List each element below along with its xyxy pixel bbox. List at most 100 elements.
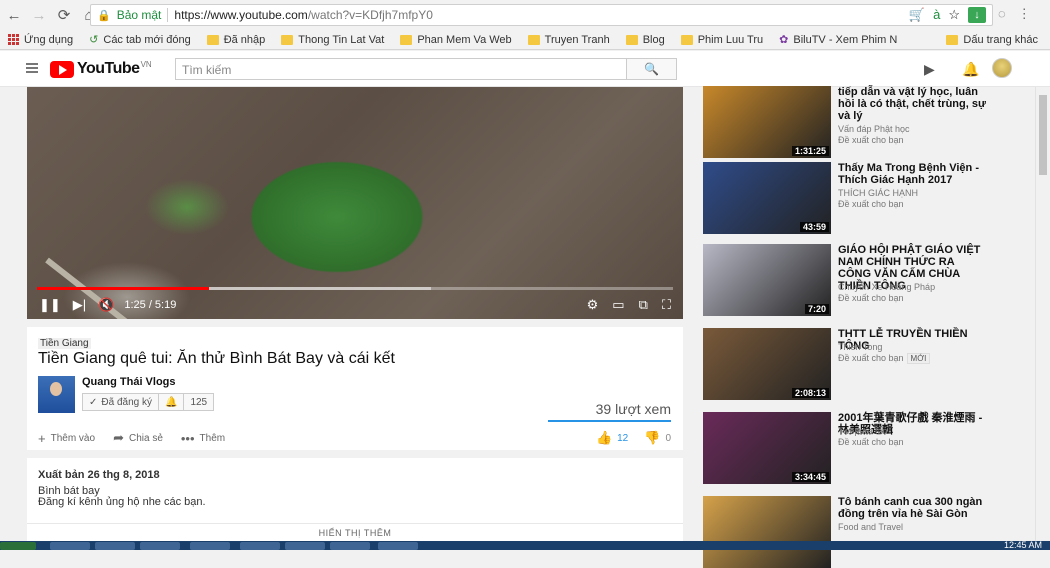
bookmark-label: Dấu trang khác (963, 33, 1038, 46)
cast-icon[interactable]: ⧉ (639, 297, 648, 313)
channel-avatar[interactable] (38, 376, 75, 413)
more-dots-icon: ••• (180, 430, 195, 446)
upload-video-icon[interactable]: ▶ (924, 61, 935, 78)
description-panel: Xuất bản 26 thg 8, 2018 Bình bát bay Đăn… (27, 458, 683, 550)
recommended-title[interactable]: Tô bánh canh cua 300 ngàn đồng trên vỉa … (838, 496, 988, 520)
taskbar-app[interactable] (190, 542, 230, 550)
menu-icon[interactable]: ⋮ (1018, 6, 1031, 22)
video-thumbnail[interactable]: 7:20 (703, 244, 831, 316)
bookmark-label: Blog (642, 33, 665, 46)
video-thumbnail[interactable] (703, 496, 831, 568)
subscribed-label: Đã đăng ký (101, 396, 152, 408)
bookmark-apps[interactable]: Ứng dụng (0, 34, 81, 46)
notification-toggle[interactable]: 🔔 (157, 394, 183, 410)
bookmarks-bar: Ứng dụng ↺ Các tab mới đóng Đã nhập Thon… (0, 30, 1050, 50)
taskbar-app[interactable] (50, 542, 90, 550)
back-icon[interactable]: ← (3, 4, 25, 26)
like-ratio-bar (548, 420, 671, 422)
url-text[interactable]: https://www.youtube.com/watch?v=KDfjh7mf… (174, 8, 432, 22)
add-to-button[interactable]: + Thêm vào (38, 430, 95, 446)
bookmark-phim-luu-tru[interactable]: Phim Luu Tru (673, 34, 771, 46)
recommended-video[interactable]: 7:20 GIÁO HỘI PHẬT GIÁO VIỆT NAM CHÍNH TH… (703, 244, 1003, 316)
recommended-video[interactable]: 2:08:13 THTT LỄ TRUYỀN THIỀN TÔNG Thien To… (703, 328, 1003, 400)
recommended-video[interactable]: 43:59 Thấy Ma Trong Bệnh Viện - Thích Giá… (703, 162, 1003, 234)
more-button[interactable]: ••• Thêm (181, 430, 225, 446)
youtube-play-icon (50, 60, 74, 78)
taskbar-app[interactable] (285, 542, 325, 550)
recommended-title[interactable]: Thấy Ma Trong Bệnh Viện - Thích Giác Hạn… (838, 162, 988, 186)
taskbar-app[interactable] (330, 542, 370, 550)
reload-icon[interactable]: ⟳ (53, 4, 75, 26)
folder-icon (527, 34, 540, 45)
url-host: https://www.youtube.com (174, 8, 308, 22)
bookmark-phan-mem[interactable]: Phan Mem Va Web (392, 34, 519, 46)
taskbar-clock: 12:45 AM (1003, 540, 1042, 550)
recommended-video[interactable]: 3:34:45 2001年葉青歌仔戲 秦淮煙雨 - 林美照選輯 Twopera fa… (703, 412, 1003, 484)
search-input[interactable]: Tìm kiếm (175, 58, 627, 80)
dislike-button[interactable]: 👎 0 (644, 430, 671, 446)
pause-icon[interactable]: ❚❚ (39, 297, 61, 313)
taskbar-app[interactable] (240, 542, 280, 550)
bookmark-thong-tin[interactable]: Thong Tin Lat Vat (273, 34, 392, 46)
recommended-reason: Đề xuất cho bạn (838, 135, 904, 145)
download-icon[interactable]: ↓ (968, 7, 986, 23)
bookmark-label: Đã nhập (223, 33, 266, 46)
apps-icon (8, 34, 19, 45)
account-avatar[interactable] (992, 58, 1012, 78)
video-thumbnail[interactable]: 2:08:13 (703, 328, 831, 400)
thumbs-up-icon: 👍 (595, 430, 613, 445)
youtube-logo[interactable]: YouTube VN (50, 60, 152, 78)
recommended-title[interactable]: tiếp dẫn và vật lý học, luân hồi là có t… (838, 86, 988, 122)
bookmark-label: Các tab mới đóng (103, 33, 191, 46)
taskbar-app[interactable] (378, 542, 418, 550)
extension-icon[interactable]: ◌ (998, 6, 1006, 22)
omnibox-icons: 🛒 à ☆ ↓ (909, 7, 986, 23)
video-thumbnail[interactable]: 3:34:45 (703, 412, 831, 484)
dislike-count: 0 (665, 432, 671, 444)
subscriber-count: 125 (183, 394, 213, 410)
video-player[interactable]: ❚❚ ▶| 🔇 1:25 / 5:19 ⚙ ▭ ⧉ ⛶ (27, 87, 683, 319)
progress-bar[interactable] (37, 287, 673, 290)
bookmark-imported[interactable]: Đã nhập (199, 34, 274, 46)
recommended-channel: Twopera fan (838, 426, 888, 436)
subscribe-button[interactable]: ✓ Đã đăng ký 🔔 125 (82, 393, 215, 411)
taskbar-app[interactable] (140, 542, 180, 550)
forward-icon[interactable]: → (28, 4, 50, 26)
show-more-button[interactable]: HIỂN THỊ THÊM (27, 523, 683, 538)
folder-icon (680, 34, 693, 45)
video-thumbnail[interactable]: 43:59 (703, 162, 831, 234)
fullscreen-icon[interactable]: ⛶ (662, 297, 671, 313)
address-bar[interactable]: 🔒 Bảo mật https://www.youtube.com/watch?… (90, 4, 993, 26)
recommended-channel: Chuyển Xe Hoằng Pháp (838, 282, 936, 292)
cart-icon[interactable]: 🛒 (909, 7, 925, 23)
channel-name[interactable]: Quang Thái Vlogs (82, 376, 176, 388)
bookmark-other[interactable]: Dấu trang khác (938, 34, 1046, 46)
like-dislike: 👍 12 👎 0 (596, 430, 671, 446)
video-info-panel: Tiền Giang Tiền Giang quê tui: Ăn thử Bì… (27, 327, 683, 450)
mute-icon[interactable]: 🔇 (98, 297, 114, 313)
page-scrollbar[interactable] (1035, 87, 1050, 550)
settings-gear-icon[interactable]: ⚙ (587, 297, 599, 313)
taskbar-app[interactable] (95, 542, 135, 550)
divider (167, 8, 169, 22)
bookmark-blog[interactable]: Blog (618, 34, 673, 46)
recommended-video[interactable]: 1:31:25 tiếp dẫn và vật lý học, luân hồi … (703, 86, 1003, 158)
start-button[interactable] (0, 542, 36, 550)
recommended-video[interactable]: Tô bánh canh cua 300 ngàn đồng trên vỉa … (703, 496, 1003, 568)
video-thumbnail[interactable]: 1:31:25 (703, 86, 831, 158)
video-tag[interactable]: Tiền Giang (38, 338, 91, 349)
bookmark-label: Phan Mem Va Web (417, 33, 512, 46)
hamburger-menu-icon[interactable] (26, 63, 38, 75)
search-button[interactable]: 🔍 (626, 58, 677, 80)
scrollbar-thumb[interactable] (1039, 95, 1047, 175)
star-icon[interactable]: ☆ (948, 7, 960, 23)
bookmark-truyen-tranh[interactable]: Truyen Tranh (520, 34, 618, 46)
notifications-bell-icon[interactable]: 🔔 (962, 61, 979, 78)
next-icon[interactable]: ▶| (73, 297, 86, 313)
theater-mode-icon[interactable]: ▭ (612, 297, 624, 313)
share-button[interactable]: ➦ Chia sẻ (113, 430, 163, 446)
like-button[interactable]: 👍 12 (596, 430, 628, 446)
bookmark-recent-tabs[interactable]: ↺ Các tab mới đóng (81, 33, 199, 47)
bookmark-bilutv[interactable]: ✿ BiluTV - Xem Phim N (771, 33, 905, 47)
translate-icon[interactable]: à (933, 7, 940, 23)
